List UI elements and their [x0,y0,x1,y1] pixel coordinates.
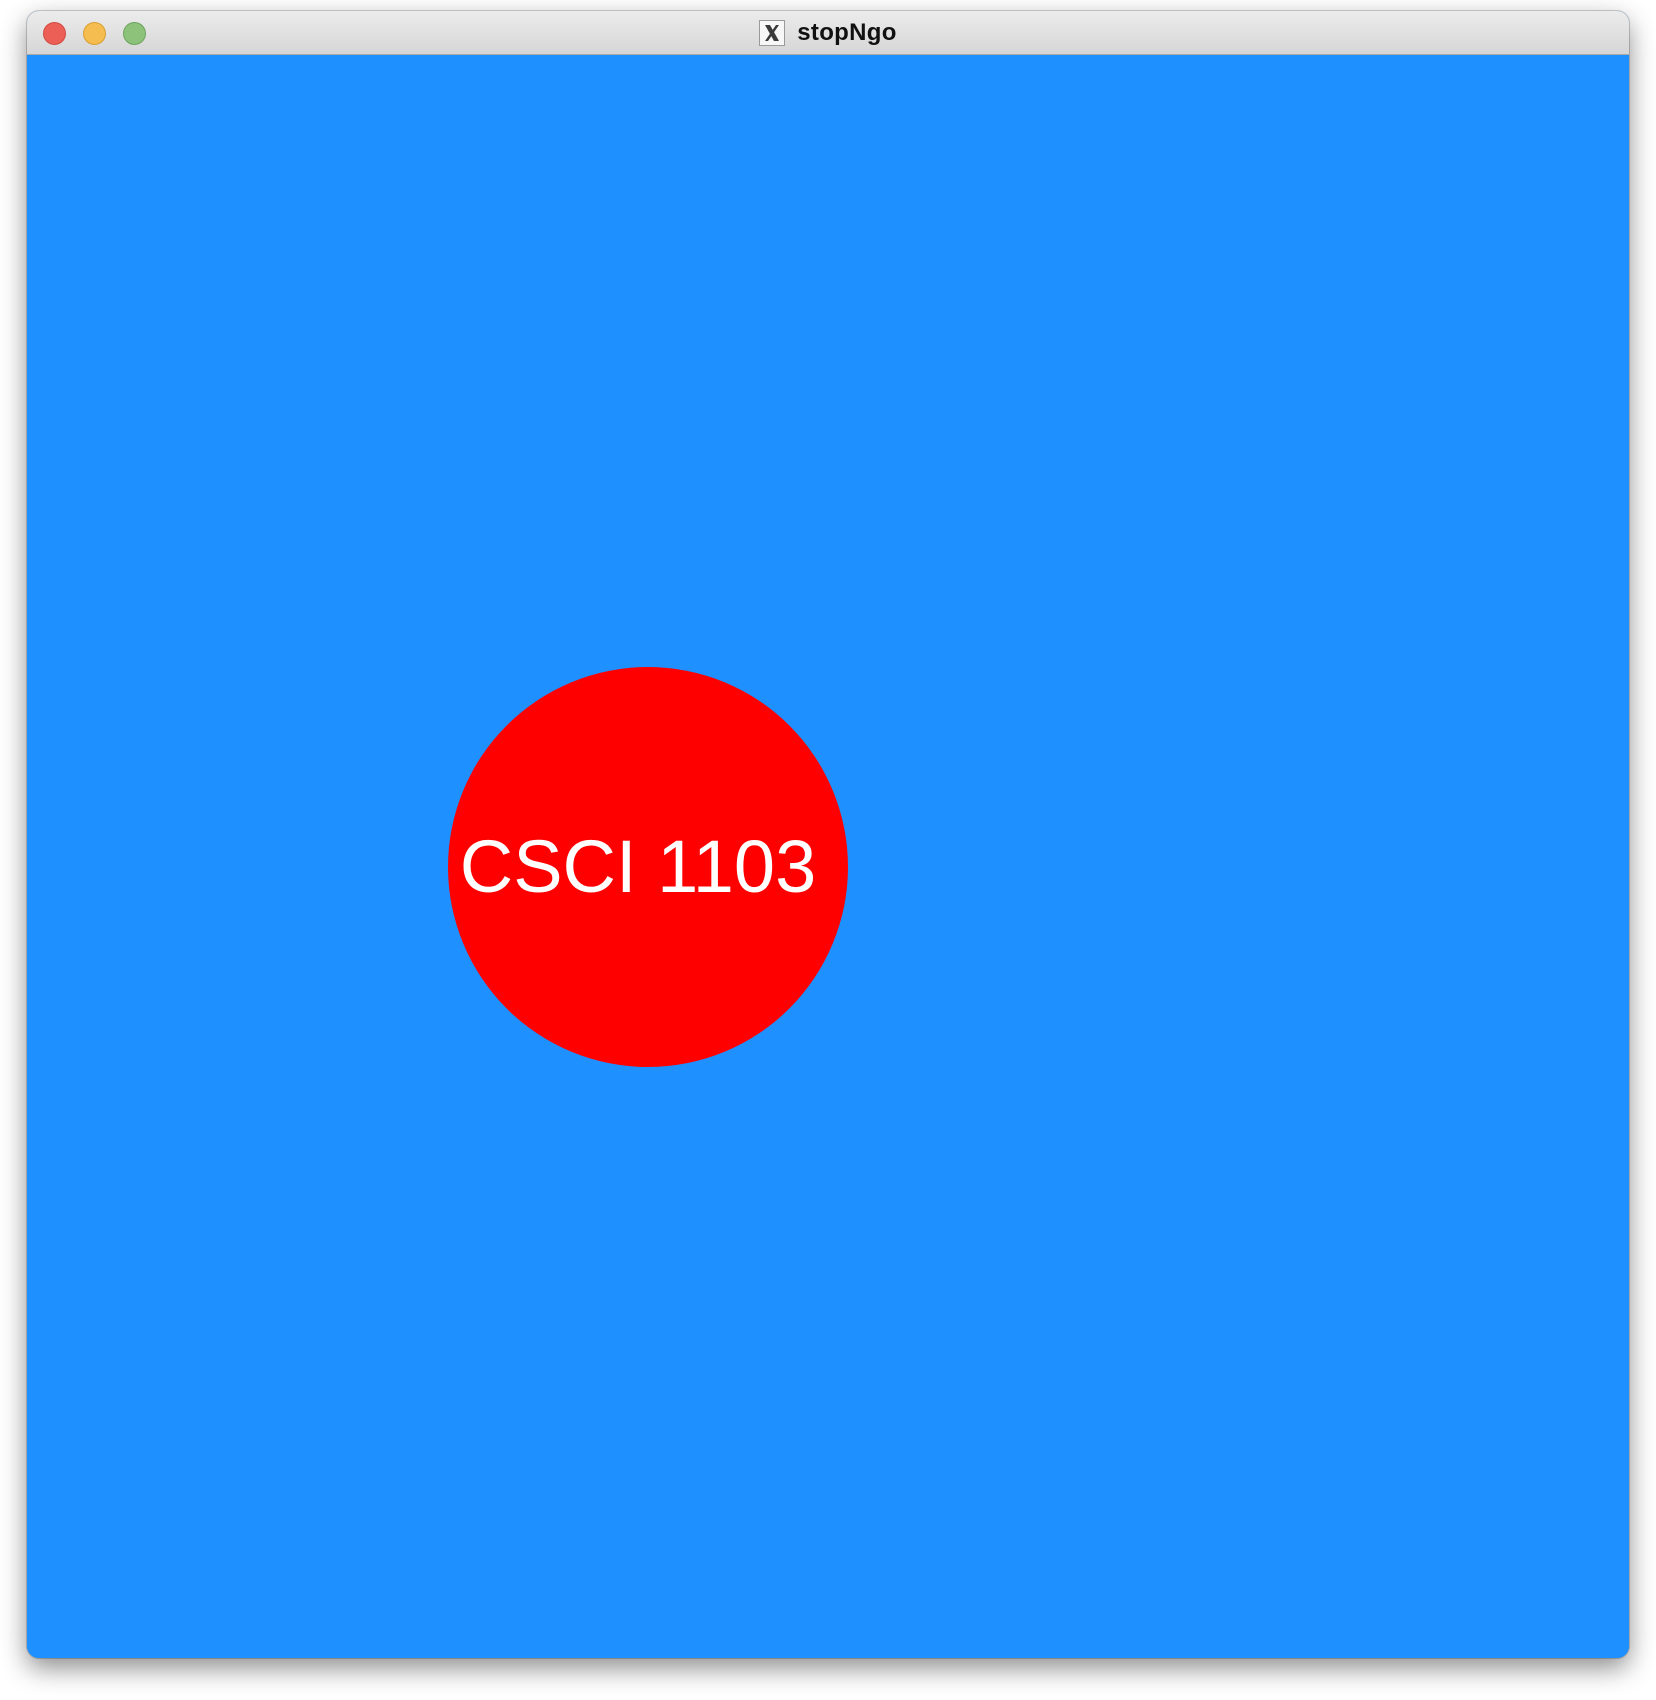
app-window: stopNgo CSCI 1103 [27,11,1629,1658]
x11-icon [759,20,786,46]
title-group: stopNgo [27,11,1629,55]
circle-label: CSCI 1103 [459,825,817,908]
drawing-canvas[interactable]: CSCI 1103 [27,55,1629,1658]
title-bar[interactable]: stopNgo [27,11,1629,55]
window-title: stopNgo [797,19,897,46]
